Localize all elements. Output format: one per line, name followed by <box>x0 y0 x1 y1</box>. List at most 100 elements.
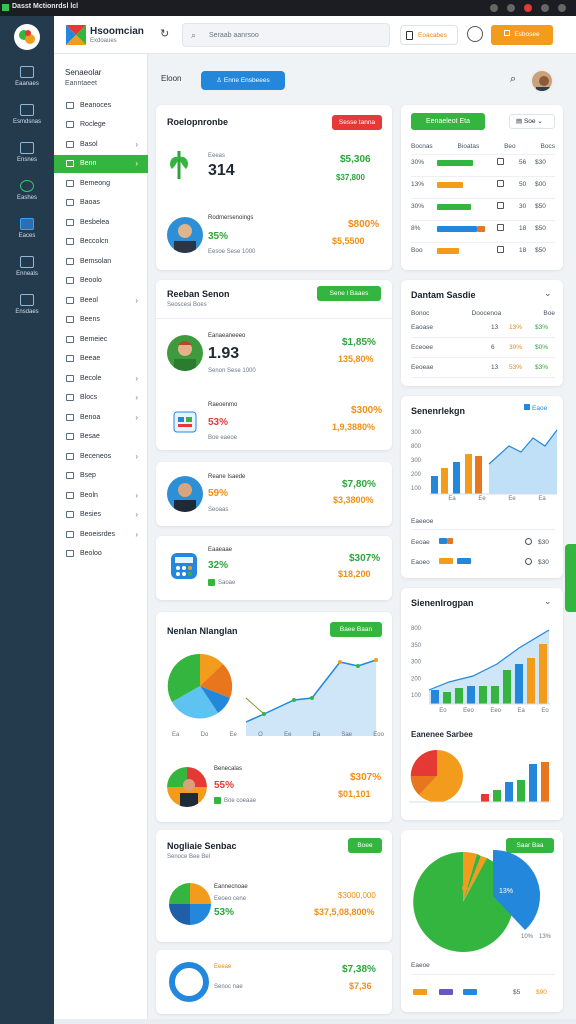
sidebar-item[interactable]: Beceneos › <box>54 447 148 465</box>
axis-label: 800 <box>411 444 422 450</box>
apps-icon <box>20 218 34 230</box>
sidebar-item[interactable]: Beoln › <box>54 486 148 504</box>
table-cell: Eceoee <box>411 344 434 351</box>
rail-item-apps[interactable]: Eaces <box>0 218 54 239</box>
axis-label: Ee <box>284 732 292 738</box>
table-cell: 53% <box>509 364 523 371</box>
sidebar-item[interactable]: Beeol › <box>54 291 148 309</box>
legend-swatch <box>463 989 477 995</box>
sidebar-item[interactable]: Beanoces <box>54 96 148 114</box>
metric-right-secondary: 1,9,3880% <box>332 422 376 432</box>
notifications-icon[interactable] <box>467 26 483 42</box>
sidebar-item[interactable]: Roclege <box>54 116 148 134</box>
row-value: $00 <box>535 181 546 188</box>
sidebar-item[interactable]: Bemeiec <box>54 330 148 348</box>
toolbar-label: Eloon <box>161 74 182 83</box>
user-icon[interactable] <box>541 4 549 12</box>
header-action-button[interactable]: Esbosee <box>491 25 553 45</box>
rail-item-reports[interactable]: Enneals <box>0 256 54 277</box>
progress-bar <box>437 182 463 188</box>
status-pill[interactable]: Eoacabes <box>400 25 458 45</box>
clipboard-icon <box>406 31 413 40</box>
sidebar-item[interactable]: Besae <box>54 428 148 446</box>
card-title: Roelopnronbe <box>167 117 228 127</box>
calendar-icon: ▤ <box>516 118 524 125</box>
sidebar-item[interactable]: Benoa › <box>54 408 148 426</box>
scroll-handle[interactable] <box>565 544 576 612</box>
toolbar-action-button[interactable]: ♙ Enne Ensbeees <box>201 71 285 90</box>
sidebar-item-label: Bemeong <box>80 179 110 187</box>
divider <box>411 242 555 243</box>
sidebar-item[interactable]: Beoolo <box>54 272 148 290</box>
search-icon[interactable]: ⌕ <box>510 73 516 86</box>
radio-icon[interactable] <box>525 558 532 565</box>
sidebar-item[interactable]: Bemsolan <box>54 252 148 270</box>
settings-icon[interactable] <box>490 4 498 12</box>
metric-meta: Eesoe Sese 1000 <box>208 249 256 255</box>
checkbox-icon[interactable] <box>497 158 504 165</box>
sidebar-item[interactable]: Beoloo <box>54 545 148 563</box>
record-icon[interactable] <box>524 4 532 12</box>
row-label: Boo <box>411 247 423 254</box>
card-badge[interactable]: Baee Baan <box>330 622 382 637</box>
checkbox-icon[interactable] <box>497 224 504 231</box>
rail-item-docs[interactable]: Esmdsnas <box>0 104 54 125</box>
sidebar-item[interactable]: Baoas <box>54 194 148 212</box>
folder-icon <box>20 142 34 154</box>
card-title-button[interactable]: Eenaeleot Eta <box>411 113 485 130</box>
info-icon[interactable] <box>507 4 515 12</box>
sidebar-item[interactable]: Becole › <box>54 369 148 387</box>
checkbox-icon[interactable] <box>497 180 504 187</box>
chevron-down-icon[interactable]: ⌄ <box>544 288 552 299</box>
card-badge[interactable]: Boee <box>348 838 382 853</box>
sidebar-item[interactable]: Bsep <box>54 467 148 485</box>
rail-item-settings[interactable]: Ensdaes <box>0 294 54 315</box>
sidebar-item[interactable]: Blocs › <box>54 389 148 407</box>
user-avatar[interactable] <box>530 69 554 93</box>
rail-item-chat[interactable]: Eashes <box>0 180 54 201</box>
rail-item-home[interactable]: Eaanaes <box>0 66 54 87</box>
sidebar-item[interactable]: Besies › <box>54 506 148 524</box>
chevron-right-icon: › <box>135 451 138 461</box>
sidebar-item[interactable]: Beoeisrdes › <box>54 525 148 543</box>
sidebar-item[interactable]: Beccolcn <box>54 233 148 251</box>
sidebar-title: Senaeolar <box>65 68 102 77</box>
rail-item-files[interactable]: Ensnes <box>0 142 54 163</box>
divider <box>411 176 555 177</box>
metric-right-secondary: $5,5500 <box>332 236 365 246</box>
sidebar-item-label: Besbelea <box>80 218 110 226</box>
row-value: 56 <box>519 159 527 166</box>
shield-icon <box>66 530 74 538</box>
chevron-down-icon[interactable]: ⌄ <box>544 596 552 607</box>
sidebar-item[interactable]: Beeae <box>54 350 148 368</box>
range-select[interactable]: ▤ Soe ⌄ <box>509 114 555 129</box>
sidebar-item[interactable]: Beens <box>54 311 148 329</box>
sidebar-item[interactable]: Bemeong <box>54 174 148 192</box>
row-value: $50 <box>535 203 546 210</box>
card-badge[interactable]: Sesse tanna <box>332 115 382 130</box>
refresh-icon[interactable]: ↻ <box>160 27 169 40</box>
column-header: Boe <box>543 310 555 317</box>
combo-chart <box>409 749 551 803</box>
sidebar-item-label: Beoloo <box>80 550 102 557</box>
metric-value: 314 <box>208 162 235 179</box>
card-badge[interactable]: Eaoe <box>524 404 547 412</box>
sidebar-item[interactable]: Benn › <box>54 154 148 173</box>
card-badge[interactable]: Sene l Baaes <box>317 286 381 301</box>
metric-right-secondary: $7,36 <box>349 981 372 991</box>
card-title: Senenrlekgn <box>411 406 466 416</box>
table-header: Bocnas Bioatas Beo Bocs <box>411 143 555 150</box>
sidebar-item[interactable]: Basol › <box>54 135 148 153</box>
radio-icon[interactable] <box>525 538 532 545</box>
checkbox-icon[interactable] <box>497 202 504 209</box>
chevron-right-icon: › <box>135 490 138 500</box>
doc-icon <box>66 413 74 421</box>
close-icon[interactable] <box>558 4 566 12</box>
sidebar-item[interactable]: Besbelea <box>54 213 148 231</box>
analytics-charts <box>167 653 378 736</box>
checkbox-icon[interactable] <box>497 246 504 253</box>
search-input[interactable]: ⌕ Seraab aanrsoo <box>182 23 390 47</box>
column-header: Bocs <box>540 143 555 150</box>
sidebar-item-label: Besies <box>80 511 102 518</box>
divider <box>411 529 555 530</box>
